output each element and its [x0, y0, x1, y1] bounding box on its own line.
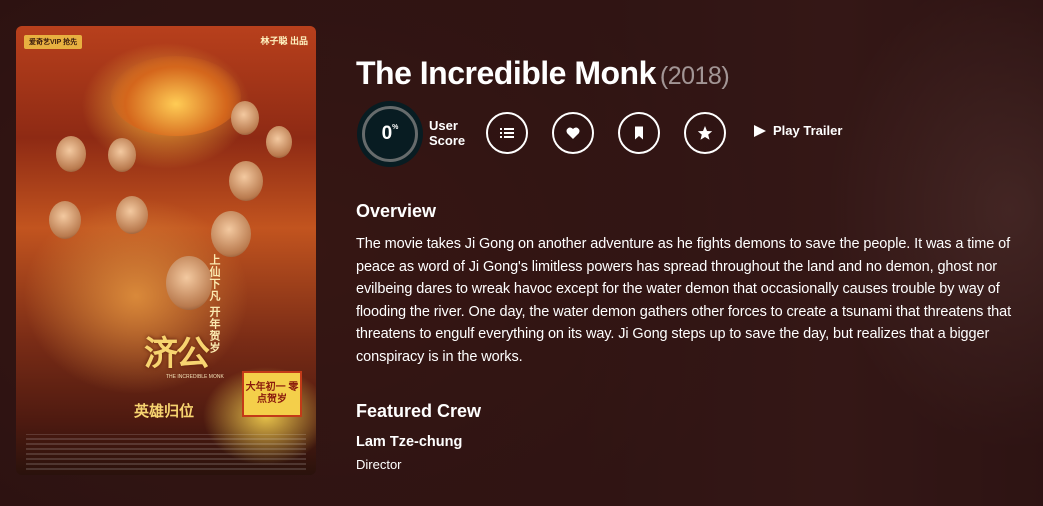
poster-face [56, 136, 86, 172]
poster-face [266, 126, 292, 158]
score-value: 0% [381, 123, 399, 144]
poster-release-badge: 大年初一 零点贺岁 [242, 371, 302, 417]
star-icon [697, 126, 713, 140]
poster-slogan: 上仙下凡 开年贺岁 [208, 254, 220, 355]
add-to-list-button[interactable] [486, 112, 528, 154]
poster-credits-block [26, 434, 306, 470]
poster-chinese-title: 济公 [144, 334, 210, 374]
overview-text: The movie takes Ji Gong on another adven… [356, 236, 1011, 365]
poster-face [231, 101, 259, 135]
poster-chinese-subtitle: 英雄归位 [134, 402, 195, 420]
movie-title-text[interactable]: The Incredible Monk [356, 55, 656, 91]
play-trailer-label: Play Trailer [773, 123, 843, 138]
movie-year: (2018) [659, 61, 730, 90]
poster-english-title: THE INCREDIBLE MONK [166, 374, 224, 380]
poster-face [49, 201, 81, 239]
movie-poster[interactable]: 爱奇艺VIP 抢先 林子聪 出品 上仙下凡 开年贺岁 济公 THE INCRED… [16, 26, 316, 475]
crew-member-job: Director [356, 457, 402, 472]
movie-title: The Incredible Monk (2018) [356, 55, 730, 92]
list-icon [500, 128, 514, 138]
rate-it-button[interactable] [684, 112, 726, 154]
poster-brand: 林子聪 出品 [260, 36, 308, 46]
poster-face [116, 196, 148, 234]
bookmark-icon [635, 126, 643, 140]
mark-favorite-button[interactable] [552, 112, 594, 154]
featured-crew-heading: Featured Crew [356, 401, 482, 421]
add-to-watchlist-button[interactable] [618, 112, 660, 154]
poster-face [229, 161, 263, 201]
user-score-chart[interactable]: 0% [357, 101, 423, 167]
user-score-label: User Score [429, 118, 466, 148]
poster-dragon-art [111, 56, 241, 136]
heart-icon [566, 127, 580, 139]
play-icon [754, 124, 766, 137]
poster-vip-tag: 爱奇艺VIP 抢先 [24, 35, 83, 49]
overview-heading: Overview [356, 201, 437, 221]
poster-face [211, 211, 251, 257]
crew-member-name[interactable]: Lam Tze-chung [356, 434, 462, 450]
poster-face [108, 138, 136, 172]
play-trailer-button[interactable]: Play Trailer [753, 123, 842, 138]
